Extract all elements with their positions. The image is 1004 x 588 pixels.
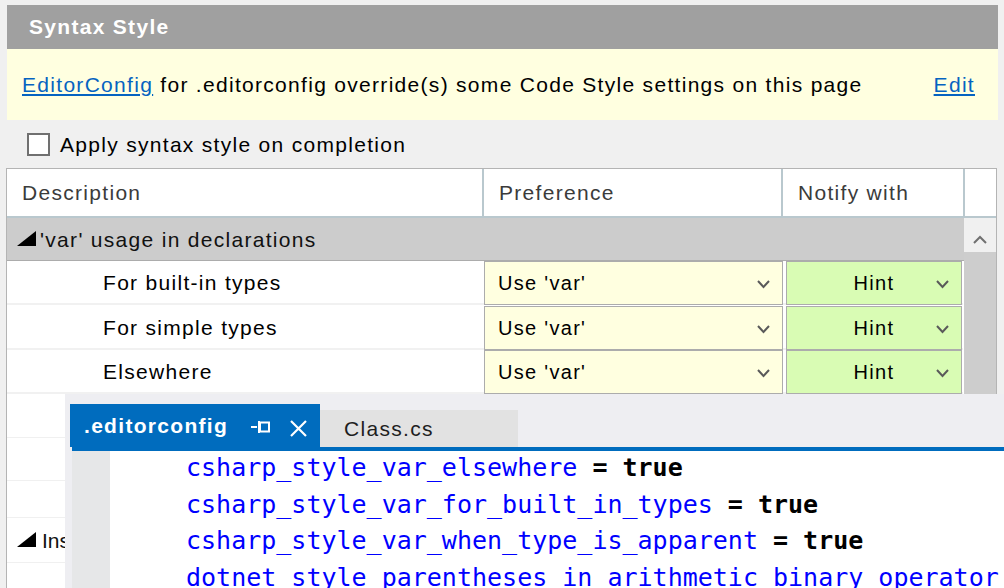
editor-preview-popup: .editorconfig Class.cs csharp_style_var_… bbox=[65, 394, 1004, 588]
group-row-var-usage[interactable]: 'var' usage in declarations bbox=[7, 216, 964, 261]
notice-text: EditorConfig for .editorconfig override(… bbox=[7, 73, 934, 97]
notice-message: for .editorconfig override(s) some Code … bbox=[153, 73, 862, 96]
grid-header-row: Description Preference Notify with bbox=[7, 169, 996, 216]
code-property: csharp_style_var_elsewhere bbox=[186, 453, 577, 482]
chevron-down-icon bbox=[935, 368, 950, 378]
code-property: csharp_style_var_for_built_in_types bbox=[186, 490, 713, 519]
grid-row-hidden[interactable] bbox=[7, 563, 65, 588]
group-row-label: 'var' usage in declarations bbox=[40, 218, 317, 261]
notify-dropdown[interactable]: Hint bbox=[786, 306, 962, 350]
grid-row-simple-types[interactable]: For simple types Use 'var' Hint bbox=[7, 306, 963, 350]
code-value: = true bbox=[758, 526, 863, 555]
chevron-down-icon bbox=[756, 368, 771, 378]
code-line: dotnet_style_parentheses_in_arithmetic_b… bbox=[186, 559, 999, 588]
chevron-down-icon bbox=[935, 324, 950, 334]
close-icon[interactable] bbox=[288, 418, 309, 439]
code-value: = true bbox=[577, 453, 682, 482]
chevron-down-icon bbox=[756, 279, 771, 289]
apply-syntax-style-checkbox[interactable] bbox=[27, 133, 50, 156]
preference-dropdown[interactable]: Use 'var' bbox=[484, 306, 783, 350]
grid-row-hidden[interactable] bbox=[7, 394, 65, 438]
page-title-bar: Syntax Style bbox=[7, 5, 998, 49]
grid-row-elsewhere[interactable]: Elsewhere Use 'var' Hint bbox=[7, 350, 963, 394]
column-header-spacer bbox=[965, 169, 996, 216]
editor-gutter bbox=[72, 451, 110, 588]
editorconfig-notice-banner: EditorConfig for .editorconfig override(… bbox=[7, 49, 998, 120]
grid-row-hidden[interactable] bbox=[7, 481, 65, 518]
notify-dropdown[interactable]: Hint bbox=[786, 261, 962, 305]
code-editor-area[interactable]: csharp_style_var_elsewhere = true csharp… bbox=[72, 451, 1004, 588]
code-line: csharp_style_var_elsewhere = true bbox=[186, 449, 683, 486]
preference-dropdown[interactable]: Use 'var' bbox=[484, 261, 783, 305]
code-property: dotnet_style_parentheses_in_arithmetic_b… bbox=[186, 563, 999, 588]
grid-row-built-in-types[interactable]: For built-in types Use 'var' Hint bbox=[7, 261, 963, 305]
row-description: For built-in types bbox=[103, 261, 282, 305]
apply-syntax-style-label: Apply syntax style on completion bbox=[60, 132, 406, 157]
row-description: For simple types bbox=[103, 306, 278, 350]
tab-class-cs[interactable]: Class.cs bbox=[320, 410, 518, 447]
code-value: = true bbox=[713, 490, 818, 519]
grid-row-hidden[interactable] bbox=[7, 438, 65, 481]
tab-class-cs-label: Class.cs bbox=[344, 410, 434, 447]
code-property: csharp_style_var_when_type_is_apparent bbox=[186, 526, 758, 555]
pin-icon[interactable] bbox=[250, 418, 276, 436]
group-expander-icon[interactable] bbox=[17, 231, 36, 246]
group-expander-icon[interactable] bbox=[17, 532, 36, 547]
tab-editorconfig-label: .editorconfig bbox=[84, 404, 228, 447]
editorconfig-link[interactable]: EditorConfig bbox=[22, 73, 153, 96]
code-line: csharp_style_var_for_built_in_types = tr… bbox=[186, 486, 818, 523]
chevron-down-icon bbox=[756, 324, 771, 334]
code-line: csharp_style_var_when_type_is_apparent =… bbox=[186, 522, 863, 559]
tab-editorconfig[interactable]: .editorconfig bbox=[70, 404, 320, 447]
column-header-description[interactable]: Description bbox=[7, 169, 484, 216]
page-title: Syntax Style bbox=[7, 5, 998, 49]
preference-dropdown[interactable]: Use 'var' bbox=[484, 350, 783, 394]
column-header-preference[interactable]: Preference bbox=[484, 169, 783, 216]
preference-value: Use 'var' bbox=[498, 351, 586, 393]
edit-link[interactable]: Edit bbox=[934, 73, 975, 96]
group-row-partial[interactable]: Ins bbox=[7, 518, 65, 563]
preference-value: Use 'var' bbox=[498, 262, 586, 304]
notify-dropdown[interactable]: Hint bbox=[786, 350, 962, 394]
column-header-notify-with[interactable]: Notify with bbox=[783, 169, 965, 216]
row-description: Elsewhere bbox=[103, 350, 213, 394]
chevron-up-icon bbox=[972, 235, 988, 245]
chevron-down-icon bbox=[935, 279, 950, 289]
preference-value: Use 'var' bbox=[498, 307, 586, 349]
